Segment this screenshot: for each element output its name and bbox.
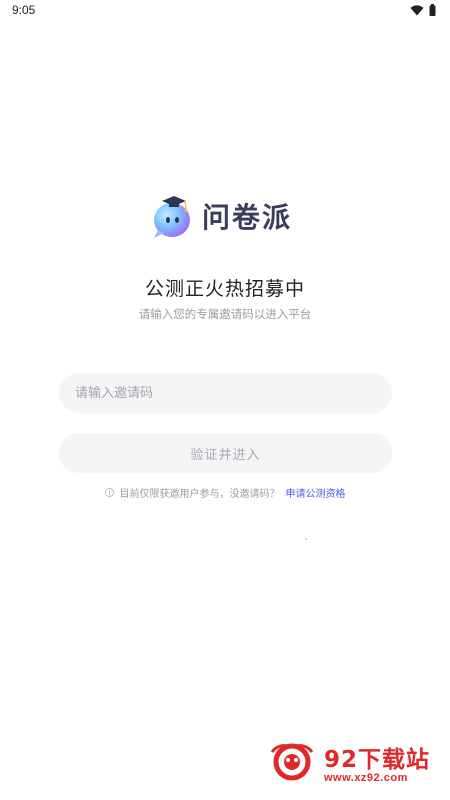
invite-code-field[interactable] [59, 373, 392, 413]
watermark: 92下载站 www.xz92.com [262, 728, 450, 798]
status-time: 9:05 [12, 3, 36, 17]
decorative-dot [305, 538, 307, 540]
app-logo: 问卷派 [150, 190, 310, 242]
watermark-logo-icon [270, 743, 314, 781]
apply-beta-link[interactable]: 申请公测资格 [286, 485, 346, 500]
info-icon [104, 488, 114, 497]
status-icons [410, 4, 436, 16]
mascot-icon [150, 192, 194, 240]
wifi-icon [410, 4, 424, 15]
verify-enter-button[interactable]: 验证并进入 [59, 433, 392, 473]
page-subtitle: 请输入您的专属邀请码以进入平台 [138, 307, 312, 321]
invite-code-input[interactable] [73, 384, 378, 402]
watermark-url: www.xz92.com [324, 772, 408, 784]
notice-text: 目前仅限获邀用户参与，没邀请码？ [119, 489, 280, 500]
watermark-title: 92下载站 [324, 747, 431, 773]
app-name: 问卷派 [202, 201, 293, 234]
page-title: 公测正火热招募中 [144, 278, 305, 300]
battery-icon [429, 4, 436, 16]
status-bar: 9:05 [0, 0, 450, 22]
login-screen: 9:05 问卷派 公测正火热招募中 请输入您的专属邀请码以进入平台 请输入邀请码… [0, 0, 450, 800]
invite-notice: 目前仅限获邀用户参与，没邀请码？ 申请公测资格 [0, 485, 450, 500]
